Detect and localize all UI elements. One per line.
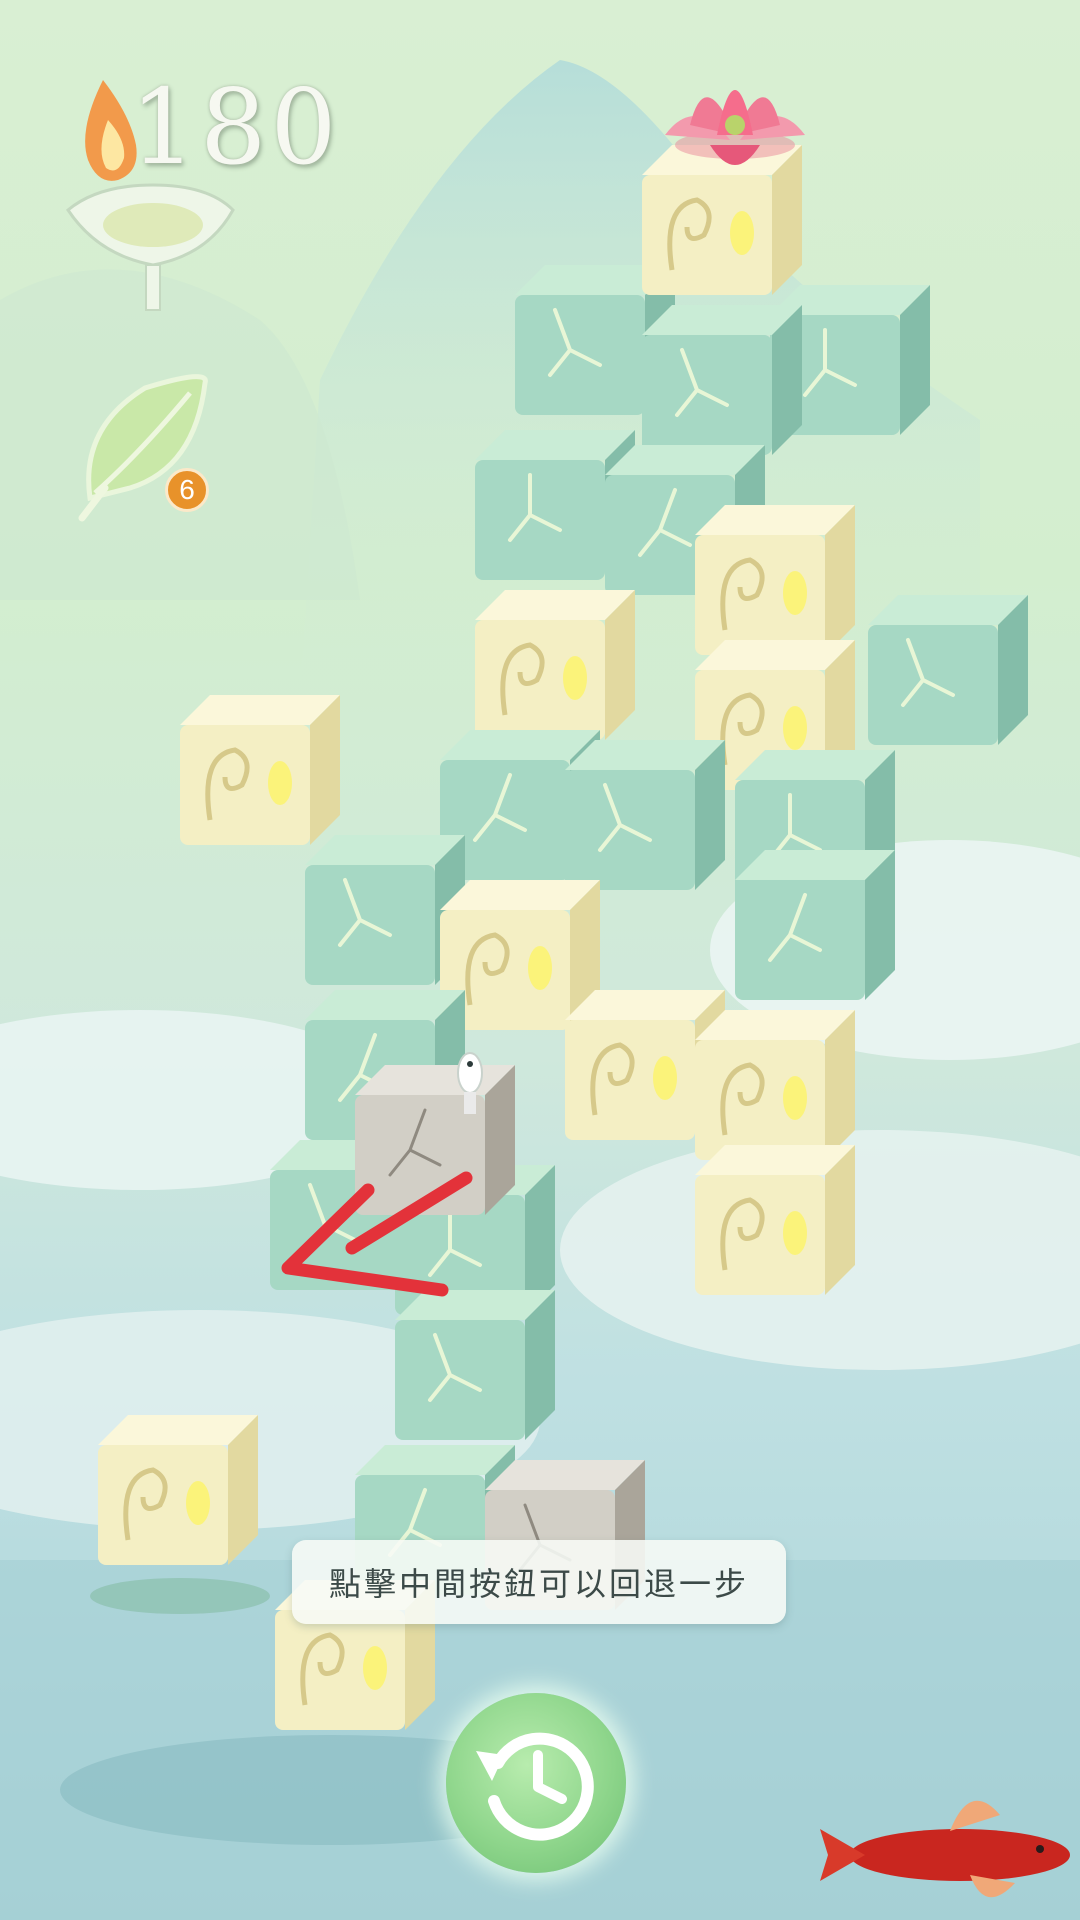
tutorial-hint-text: 點擊中間按鈕可以回退一步 xyxy=(328,1565,749,1603)
direction-arrow xyxy=(281,1171,473,1297)
tutorial-hint-box: 點擊中間按鈕可以回退一步 xyxy=(292,1540,786,1624)
undo-button[interactable] xyxy=(446,1693,626,1873)
koi-fish xyxy=(820,1800,1070,1898)
lotus-flower-icon xyxy=(665,90,805,165)
score-counter: 180 xyxy=(130,66,341,188)
leaf-count-badge: 6 xyxy=(165,468,209,512)
undo-clock-icon xyxy=(476,1732,594,1841)
player-character xyxy=(457,1052,483,1114)
